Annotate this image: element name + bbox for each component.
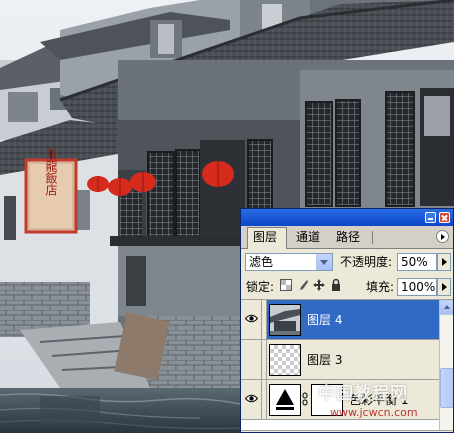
lock-transparent-icon[interactable]: [280, 279, 292, 291]
tab-paths[interactable]: 路径: [331, 228, 371, 248]
tab-channels[interactable]: 通道: [291, 228, 331, 248]
adjustment-icon: [269, 384, 301, 416]
opacity-label: 不透明度:: [340, 255, 393, 269]
blend-row: 滤色 不透明度: 50%: [241, 249, 453, 275]
lock-move-icon[interactable]: [313, 279, 325, 291]
watermark-logo: 中国教程网: [318, 384, 408, 404]
palette-titlebar[interactable]: [241, 209, 453, 226]
fill-label: 填充:: [366, 280, 395, 294]
tab-layers[interactable]: 图层: [247, 227, 287, 249]
link-cell[interactable]: [262, 300, 267, 339]
palette-tabs: 图层 通道 路径: [241, 226, 453, 249]
layer-row[interactable]: 图层 4: [241, 300, 439, 340]
scroll-up-icon[interactable]: [440, 300, 453, 315]
mask-link-icon[interactable]: [302, 392, 308, 406]
lock-all-icon[interactable]: [330, 279, 342, 291]
opacity-slider-arrow-icon[interactable]: [437, 253, 451, 271]
layer-name[interactable]: 图层 4: [307, 312, 342, 328]
fill-slider-arrow-icon[interactable]: [437, 278, 451, 296]
layer-name[interactable]: 图层 3: [307, 352, 342, 368]
layer-thumbnail: [269, 344, 301, 376]
eye-icon: [245, 314, 258, 323]
opacity-field[interactable]: 50%: [397, 253, 437, 271]
minimize-icon[interactable]: [425, 212, 436, 223]
fill-field[interactable]: 100%: [397, 278, 437, 296]
layer-thumbnail: [269, 304, 301, 336]
layer-row[interactable]: 图层 3: [241, 340, 439, 380]
link-cell[interactable]: [262, 380, 267, 419]
visibility-toggle[interactable]: [241, 380, 262, 419]
watermark: 中国教程网 www.jcwcn.com: [318, 384, 454, 433]
lock-label: 锁定:: [246, 280, 275, 294]
palette-menu-icon[interactable]: [436, 230, 449, 243]
lock-brush-icon[interactable]: [297, 279, 309, 291]
blend-mode-select[interactable]: 滤色: [245, 253, 333, 271]
blend-mode-value: 滤色: [249, 255, 274, 269]
lock-row: 锁定: 填充: 100%: [241, 275, 453, 300]
watermark-url: www.jcwcn.com: [330, 406, 418, 419]
visibility-toggle[interactable]: [241, 300, 262, 339]
eye-icon: [245, 394, 258, 403]
close-icon[interactable]: [439, 212, 450, 223]
chevron-down-icon[interactable]: [316, 254, 332, 270]
link-cell[interactable]: [262, 340, 267, 379]
tab-divider: [372, 231, 373, 244]
visibility-toggle[interactable]: [241, 340, 262, 379]
